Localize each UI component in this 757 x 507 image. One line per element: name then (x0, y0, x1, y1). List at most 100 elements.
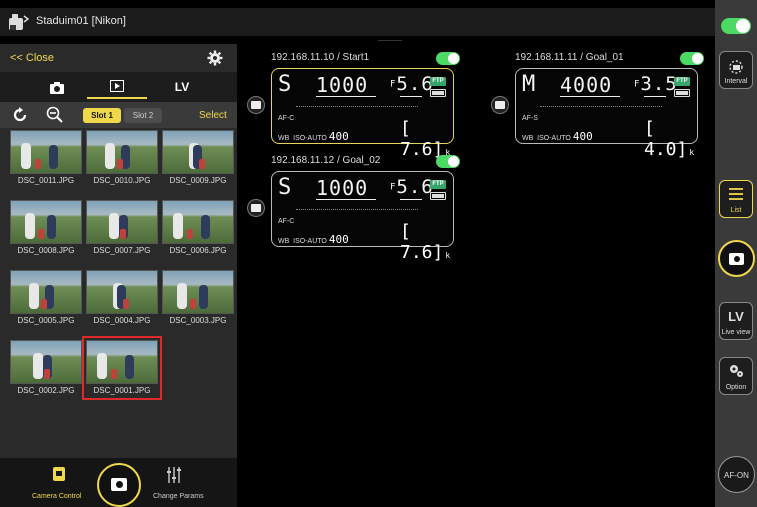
zoom-out-icon[interactable] (46, 106, 64, 124)
thumbnail-image (86, 130, 158, 174)
camera-title: 192.168.11.11 / Goal_01 (515, 52, 624, 63)
playback-icon (110, 80, 124, 92)
player-figure (120, 229, 126, 239)
player-figure (33, 353, 43, 379)
live-view-button[interactable]: LV Live view (719, 302, 753, 340)
thumbnail-filename: DSC_0009.JPG (169, 176, 227, 185)
camera-toggle[interactable] (436, 52, 460, 65)
ftp-badge: FTP (430, 77, 446, 86)
shots-remaining: [ 7.6] k (400, 221, 451, 263)
af-on-button[interactable]: AF-ON (718, 456, 755, 493)
thumbnail-filename: DSC_0008.JPG (17, 246, 75, 255)
iso-label: ISO-AUTO (293, 238, 327, 245)
thumbnail-item[interactable]: DSC_0007.JPG (86, 200, 158, 256)
thumbnail-filename: DSC_0007.JPG (93, 246, 151, 255)
option-label: Option (725, 384, 747, 391)
exposure-mode: S (278, 175, 293, 200)
exposure-scale (296, 204, 418, 210)
af-mode: AF-S (522, 115, 538, 122)
interval-label: Interval (724, 78, 748, 85)
thumbnail-image (162, 200, 234, 244)
thumbnail-item[interactable]: DSC_0002.JPG (10, 340, 82, 396)
camera-toggle[interactable] (436, 155, 460, 168)
thumbnail-toolbar: Slot 1 Slot 2 Select (0, 102, 237, 128)
thumbnail-item[interactable]: DSC_0009.JPG (162, 130, 234, 186)
tab-lv[interactable]: LV (152, 75, 212, 99)
aperture-value: 3.5 (640, 73, 678, 95)
camera-control-icon[interactable] (52, 466, 66, 482)
thumbnail-item[interactable]: DSC_0011.JPG (10, 130, 82, 186)
thumbnail-item[interactable]: DSC_0003.JPG (162, 270, 234, 326)
camera-lcd-panel[interactable]: S 1000 F5.6 FTP AF-C WB ISO-AUTO 400 [ 7.6] k (271, 68, 454, 160)
option-button[interactable]: Option (719, 357, 753, 395)
player-figure (47, 215, 56, 239)
camera-toggle[interactable] (680, 52, 704, 65)
title-bar: Staduim01 [Nikon] (0, 8, 757, 36)
aperture-underline (400, 199, 422, 200)
thumbnail-filename: DSC_0005.JPG (17, 316, 75, 325)
tab-playback[interactable] (87, 75, 147, 99)
select-button[interactable]: Select (199, 110, 227, 121)
shutter-speed: 1000 (316, 176, 369, 200)
camera-icon (251, 101, 261, 109)
list-label: List (730, 207, 742, 214)
left-panel: << Close LV Slot 1 Slot 2 Select DSC_001… (0, 44, 237, 507)
player-figure (125, 355, 134, 379)
aperture: F5.6 (390, 176, 434, 198)
interval-button[interactable]: Interval (719, 51, 753, 89)
iso-info: WB ISO-AUTO 400 (278, 130, 349, 143)
thumbnail-item[interactable]: DSC_0008.JPG (10, 200, 82, 256)
list-icon (729, 188, 743, 200)
thumbnail-image (10, 270, 82, 314)
close-button[interactable]: << Close (10, 52, 54, 64)
player-figure (111, 369, 117, 379)
thumbnail-image (162, 130, 234, 174)
exposure-mode: S (278, 72, 293, 97)
aperture-value: 5.6 (396, 176, 434, 198)
rail-shutter-button[interactable] (718, 240, 755, 277)
player-figure (123, 299, 129, 309)
change-params-label[interactable]: Change Params (153, 493, 204, 500)
slot1-button[interactable]: Slot 1 (83, 108, 121, 123)
refresh-icon[interactable] (12, 107, 28, 123)
thumbnail-item[interactable]: DSC_0006.JPG (162, 200, 234, 256)
camera-control-label[interactable]: Camera Control (32, 493, 81, 500)
shutter-speed: 4000 (560, 73, 613, 97)
thumbnail-filename: DSC_0006.JPG (169, 246, 227, 255)
thumbnail-image (86, 270, 158, 314)
lv-text: LV (728, 309, 744, 324)
list-button[interactable]: List (719, 180, 753, 218)
camera-lcd-panel[interactable]: M 4000 F3.5 FTP AF-S WB ISO-AUTO 400 [ 4.0] k (515, 68, 698, 160)
player-figure (201, 215, 210, 239)
camera-shutter-button[interactable] (247, 96, 265, 114)
thumbnail-item[interactable]: DSC_0005.JPG (10, 270, 82, 326)
sliders-icon[interactable] (166, 466, 182, 484)
exposure-scale (540, 101, 662, 107)
shutter-underline (560, 96, 620, 97)
player-figure (190, 299, 196, 309)
slot2-button[interactable]: Slot 2 (124, 108, 162, 123)
mode-tabs: LV (0, 72, 237, 102)
shots-remaining-value: 7.6 (400, 242, 433, 263)
iso-value: 400 (328, 130, 349, 143)
player-figure (38, 229, 44, 239)
camera-shutter-button[interactable] (247, 199, 265, 217)
connection-toggle[interactable] (721, 18, 751, 34)
gear-icon[interactable] (207, 50, 223, 66)
thumbnail-item[interactable]: DSC_0010.JPG (86, 130, 158, 186)
shutter-button[interactable] (97, 463, 141, 507)
thumbnail-item[interactable]: DSC_0001.JPG (82, 336, 162, 400)
battery-icon (430, 89, 446, 97)
battery-icon (674, 89, 690, 97)
player-figure (25, 213, 35, 239)
tab-photo[interactable] (27, 75, 87, 99)
player-figure (117, 159, 123, 169)
aperture-underline (400, 96, 422, 97)
thumbnail-image (10, 130, 82, 174)
thumbnail-item[interactable]: DSC_0004.JPG (86, 270, 158, 326)
camera-lcd-panel[interactable]: S 1000 F5.6 FTP AF-C WB ISO-AUTO 400 [ 7.6] k (271, 171, 454, 263)
camera-shutter-button[interactable] (491, 96, 509, 114)
battery-icon (430, 192, 446, 200)
wb-label: WB (278, 135, 290, 142)
interval-icon (729, 60, 743, 74)
